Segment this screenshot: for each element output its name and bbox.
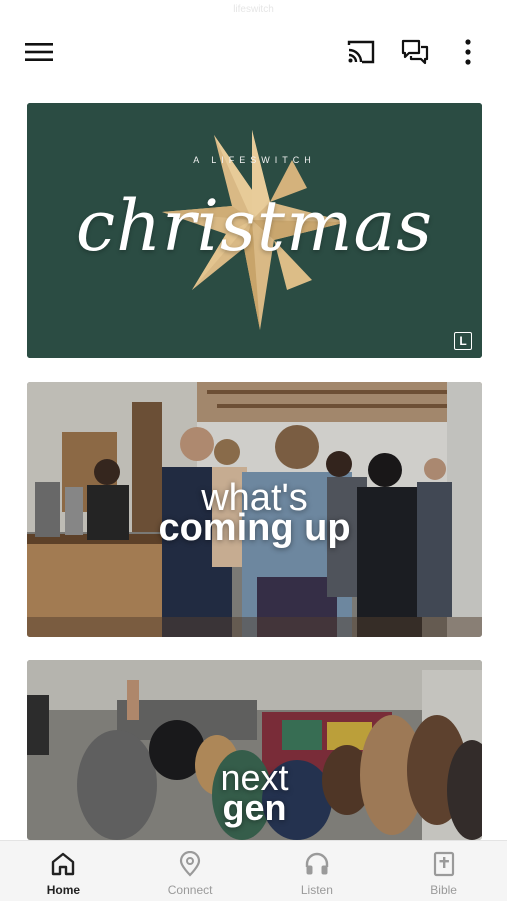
home-icon (52, 852, 75, 876)
bible-icon (433, 851, 454, 877)
cast-button[interactable] (345, 36, 377, 68)
tab-bible-label: Bible (430, 883, 457, 897)
tab-home[interactable]: Home (0, 841, 127, 901)
more-vertical-icon (465, 39, 471, 65)
tab-home-label: Home (46, 883, 81, 897)
status-bar-text: lifeswitch (233, 4, 274, 15)
tab-bible[interactable]: Bible (380, 841, 507, 901)
christmas-title: christmas (75, 185, 434, 267)
brand-logo: L (454, 332, 472, 350)
whats-coming-up-card[interactable]: what's coming up (27, 382, 482, 637)
more-options-button[interactable] (452, 36, 484, 68)
location-pin-icon (180, 851, 201, 877)
tab-listen[interactable]: Listen (254, 841, 381, 901)
arc-caption: A LIFESWITCH (193, 155, 316, 165)
chat-button[interactable] (399, 36, 431, 68)
christmas-card[interactable]: A LIFESWITCH christmas L (27, 103, 482, 358)
cast-icon (347, 40, 375, 64)
chat-bubbles-icon (401, 39, 429, 65)
menu-button[interactable] (23, 36, 55, 68)
headphones-icon (305, 852, 329, 875)
gen-label: gen (222, 787, 287, 828)
bottom-tab-bar: Home Connect Listen Bible (0, 840, 507, 901)
next-gen-card[interactable]: next gen (27, 660, 482, 840)
top-app-bar: lifeswitch (0, 0, 507, 90)
tab-connect[interactable]: Connect (127, 841, 254, 901)
hamburger-menu-icon (25, 43, 53, 61)
tab-connect-label: Connect (167, 883, 213, 897)
tab-listen-label: Listen (300, 883, 333, 897)
coming-up-label: coming up (158, 507, 351, 549)
